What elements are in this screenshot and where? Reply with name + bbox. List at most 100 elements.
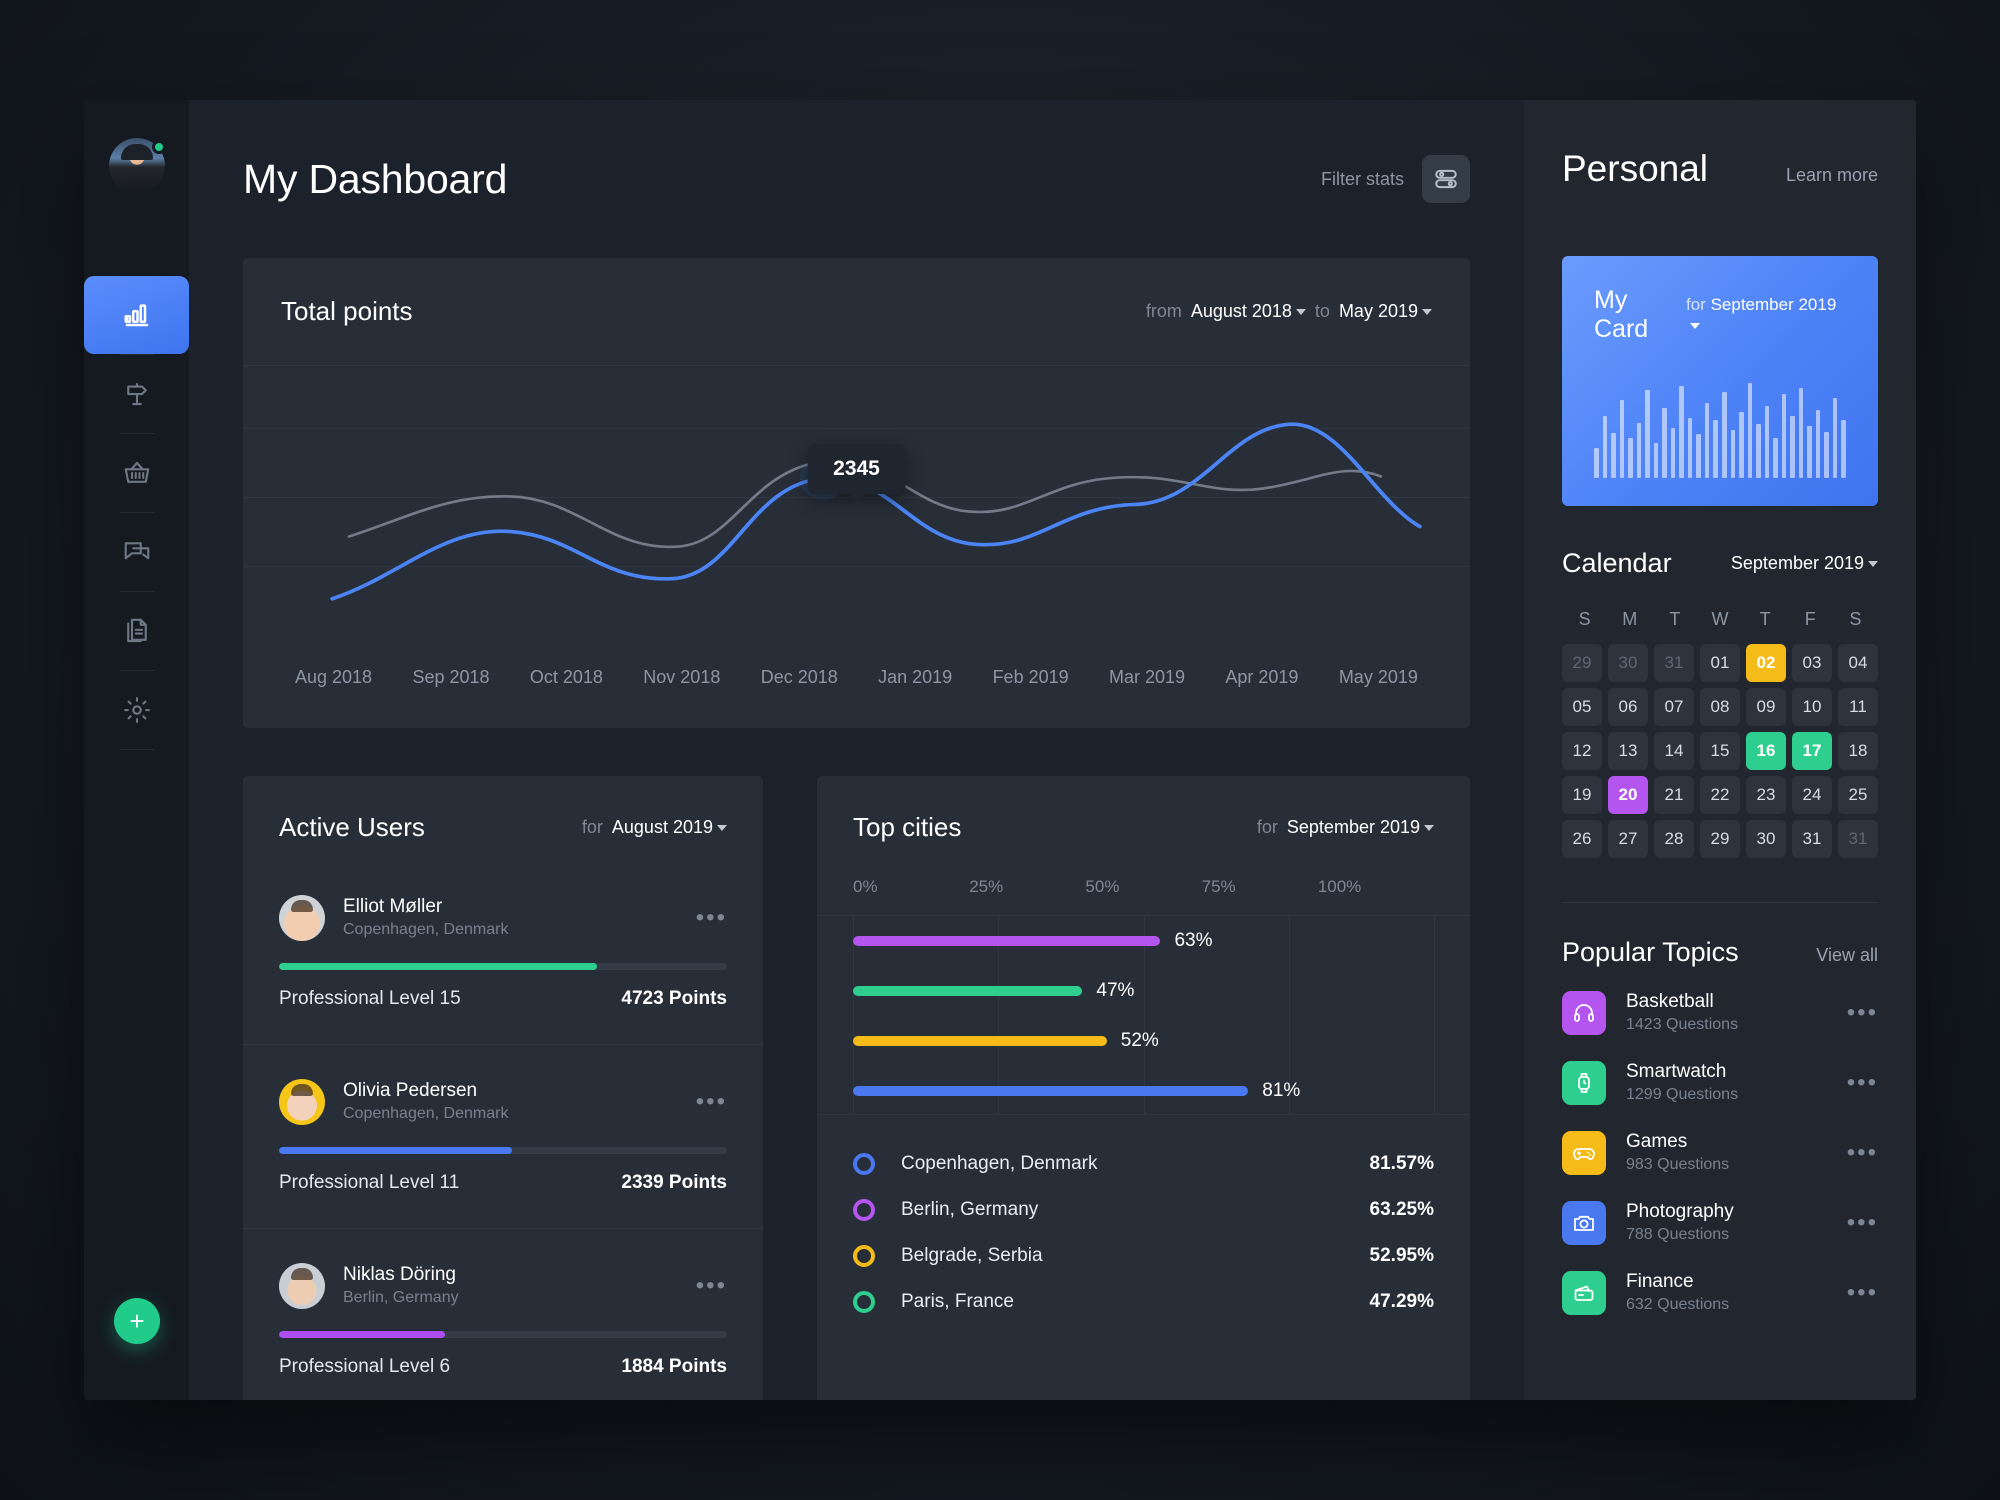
calendar-day[interactable]: 12 [1562, 732, 1602, 770]
sidebar-item-signpost[interactable] [84, 355, 189, 433]
user-points: 1884 Points [621, 1356, 727, 1377]
calendar-day[interactable]: 22 [1700, 776, 1740, 814]
cities-legend-list: Copenhagen, Denmark 81.57% Berlin, Germa… [817, 1115, 1470, 1355]
topic-icon-tile [1562, 1201, 1606, 1245]
calendar-day[interactable]: 30 [1746, 820, 1786, 858]
topic-icon-tile [1562, 1061, 1606, 1105]
row-menu-button[interactable]: ••• [696, 1273, 727, 1298]
calendar-day[interactable]: 07 [1654, 688, 1694, 726]
from-date-select[interactable]: August 2018 [1191, 301, 1306, 322]
row-menu-button[interactable]: ••• [696, 1089, 727, 1114]
spark-bar [1704, 403, 1710, 478]
signpost-icon [126, 382, 147, 406]
to-label: to [1314, 301, 1330, 321]
x-tick-label: Sep 2018 [412, 667, 490, 687]
legend-ring-icon [853, 1153, 875, 1175]
row-menu-button[interactable]: ••• [696, 905, 727, 930]
personal-title: Personal [1562, 148, 1709, 189]
calendar-day[interactable]: 30 [1608, 644, 1648, 682]
top-cities-period-select[interactable]: September 2019 [1287, 817, 1434, 838]
sidebar-item-dashboard[interactable] [84, 276, 189, 354]
sidebar-item-documents[interactable] [84, 592, 189, 670]
calendar-day[interactable]: 29 [1562, 644, 1602, 682]
calendar-day[interactable]: 29 [1700, 820, 1740, 858]
calendar-day[interactable]: 31 [1792, 820, 1832, 858]
calendar-day[interactable]: 03 [1792, 644, 1832, 682]
calendar-day[interactable]: 18 [1838, 732, 1878, 770]
spark-bar [1756, 424, 1761, 478]
list-item[interactable]: Finance 632 Questions ••• [1562, 1258, 1878, 1328]
calendar-day[interactable]: 13 [1608, 732, 1648, 770]
user-name: Niklas Döring [343, 1264, 456, 1286]
my-card-period-select[interactable]: September 2019 [1686, 295, 1836, 334]
list-item[interactable]: Smartwatch 1299 Questions ••• [1562, 1048, 1878, 1118]
calendar-day[interactable]: 23 [1746, 776, 1786, 814]
calendar-day[interactable]: 27 [1608, 820, 1648, 858]
chevron-down-icon [1690, 322, 1700, 329]
calendar-day[interactable]: 11 [1838, 688, 1878, 726]
calendar-day[interactable]: 31 [1654, 644, 1694, 682]
spark-bar [1687, 418, 1693, 478]
filter-stats-button[interactable] [1422, 155, 1470, 203]
calendar-day[interactable]: 20 [1608, 776, 1648, 814]
calendar-day[interactable]: 09 [1746, 688, 1786, 726]
learn-more-link[interactable]: Learn more [1786, 165, 1878, 186]
topic-icon-tile [1562, 1131, 1606, 1175]
calendar-day[interactable]: 08 [1700, 688, 1740, 726]
calendar-weekday-row: SMTWTFS [1562, 609, 1878, 630]
list-item[interactable]: Copenhagen, Denmark 81.57% [853, 1141, 1434, 1187]
calendar-day[interactable]: 17 [1792, 732, 1832, 770]
to-date-select[interactable]: May 2019 [1339, 301, 1432, 322]
sidebar-item-settings[interactable] [84, 671, 189, 749]
calendar-day[interactable]: 19 [1562, 776, 1602, 814]
active-users-period-select[interactable]: August 2019 [612, 817, 727, 838]
row-menu-button[interactable]: ••• [1847, 1280, 1878, 1305]
spark-bar [1807, 426, 1812, 478]
chevron-down-icon [717, 825, 727, 832]
bar [853, 936, 1161, 946]
row-menu-button[interactable]: ••• [1847, 1140, 1878, 1165]
calendar-day[interactable]: 14 [1654, 732, 1694, 770]
legend-ring-icon [853, 1245, 875, 1267]
add-button[interactable]: + [114, 1298, 160, 1344]
list-item[interactable]: Belgrade, Serbia 52.95% [853, 1233, 1434, 1279]
calendar-day[interactable]: 26 [1562, 820, 1602, 858]
table-row[interactable]: Niklas Döring Berlin, Germany ••• Profes… [243, 1228, 763, 1400]
list-item[interactable]: Photography 788 Questions ••• [1562, 1188, 1878, 1258]
calendar-day[interactable]: 02 [1746, 644, 1786, 682]
view-all-link[interactable]: View all [1816, 945, 1878, 966]
city-percentage: 47.29% [1369, 1291, 1434, 1312]
topic-question-count: 632 Questions [1626, 1296, 1730, 1314]
row-menu-button[interactable]: ••• [1847, 1000, 1878, 1025]
calendar-day[interactable]: 24 [1792, 776, 1832, 814]
calendar-day[interactable]: 10 [1792, 688, 1832, 726]
list-item[interactable]: Berlin, Germany 63.25% [853, 1187, 1434, 1233]
user-avatar[interactable] [108, 138, 166, 194]
list-item[interactable]: Basketball 1423 Questions ••• [1562, 978, 1878, 1048]
list-item[interactable]: Games 983 Questions ••• [1562, 1118, 1878, 1188]
my-card-header: My Card for September 2019 [1594, 286, 1846, 344]
calendar-day[interactable]: 04 [1838, 644, 1878, 682]
calendar-day[interactable]: 28 [1654, 820, 1694, 858]
sidebar-item-messages[interactable] [84, 513, 189, 591]
table-row[interactable]: Olivia Pedersen Copenhagen, Denmark ••• … [243, 1044, 763, 1228]
calendar-day[interactable]: 06 [1608, 688, 1648, 726]
city-name: Paris, France [901, 1291, 1014, 1312]
list-item[interactable]: Paris, France 47.29% [853, 1279, 1434, 1325]
calendar-day[interactable]: 05 [1562, 688, 1602, 726]
calendar-day[interactable]: 15 [1700, 732, 1740, 770]
calendar-day[interactable]: 25 [1838, 776, 1878, 814]
table-row[interactable]: Elliot Møller Copenhagen, Denmark ••• Pr… [243, 861, 763, 1044]
topic-name: Finance [1626, 1271, 1694, 1293]
row-menu-button[interactable]: ••• [1847, 1210, 1878, 1235]
row-menu-button[interactable]: ••• [1847, 1070, 1878, 1095]
sidebar-item-shop[interactable] [84, 434, 189, 512]
total-points-chart[interactable]: 2345 [243, 366, 1470, 667]
calendar-day[interactable]: 31 [1838, 820, 1878, 858]
calendar-month-select[interactable]: September 2019 [1731, 553, 1878, 574]
progress-fill [279, 1331, 445, 1338]
calendar-day[interactable]: 16 [1746, 732, 1786, 770]
calendar-day[interactable]: 01 [1700, 644, 1740, 682]
chevron-down-icon [1295, 309, 1306, 316]
calendar-day[interactable]: 21 [1654, 776, 1694, 814]
